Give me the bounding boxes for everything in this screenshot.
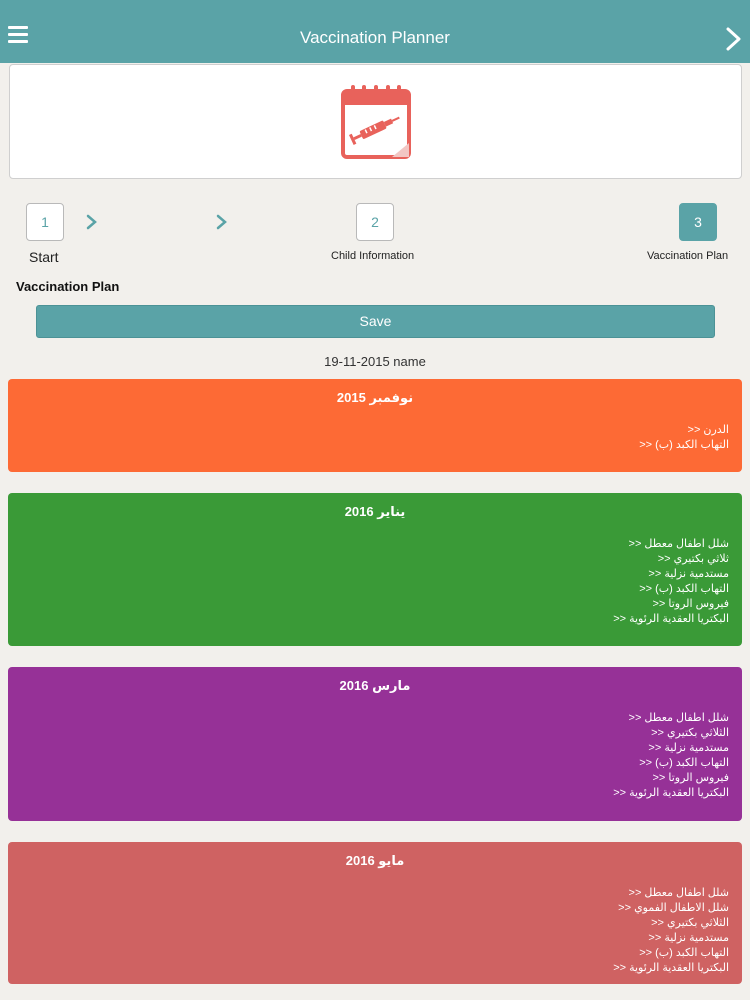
vaccine-list: شلل اطفال معطل << ثلاثي بكتيري << مستدمي… xyxy=(613,537,729,627)
month-title: مارس 2016 xyxy=(339,678,411,693)
vaccine-item: الثلاثي بكتيري << xyxy=(651,727,729,739)
month-card-1: نوفمبر 2015 الدرن << التهاب الكبد (ب) << xyxy=(8,379,742,472)
month-card-2: يناير 2016 شلل اطفال معطل << ثلاثي بكتير… xyxy=(8,493,742,646)
vaccine-item: التهاب الكبد (ب) << xyxy=(639,757,729,769)
vaccine-item: شلل اطفال معطل << xyxy=(628,712,729,724)
calendar-syringe-icon xyxy=(341,85,411,159)
step-arrow-icon xyxy=(86,214,97,230)
month-card-4: مايو 2016 شلل اطفال معطل << شلل الاطفال … xyxy=(8,842,742,984)
step-2-button[interactable]: 2 xyxy=(356,203,394,241)
month-title: نوفمبر 2015 xyxy=(336,390,414,405)
vaccine-item: مستدمية نزلية << xyxy=(648,742,729,754)
vaccine-list: شلل اطفال معطل << الثلاثي بكتيري << مستد… xyxy=(613,711,729,801)
vaccine-item: البكتريا العقدية الرئوية << xyxy=(613,962,729,974)
vaccine-item: شلل اطفال معطل << xyxy=(628,887,729,899)
vaccine-item: التهاب الكبد (ب) << xyxy=(639,439,729,451)
vaccine-item: شلل اطفال معطل << xyxy=(628,538,729,550)
vaccine-list: شلل اطفال معطل << شلل الاطفال الفموي << … xyxy=(613,886,729,976)
app-title: Vaccination Planner xyxy=(300,28,450,47)
month-title: مايو 2016 xyxy=(345,853,405,868)
vaccine-item: مستدمية نزلية << xyxy=(648,932,729,944)
step-3-label: Vaccination Plan xyxy=(647,250,729,262)
month-card-3: مارس 2016 شلل اطفال معطل << الثلاثي بكتي… xyxy=(8,667,742,821)
vaccine-item: فيروس الروتا << xyxy=(652,772,729,784)
vaccine-item: الثلاثي بكتيري << xyxy=(651,917,729,929)
section-title: Vaccination Plan xyxy=(16,279,120,294)
header-card xyxy=(9,64,742,179)
month-title: يناير 2016 xyxy=(344,504,406,519)
vaccine-item: البكتريا العقدية الرئوية << xyxy=(613,613,729,625)
vaccine-list: الدرن << التهاب الكبد (ب) << xyxy=(639,423,729,453)
chevron-right-icon[interactable] xyxy=(724,26,744,52)
step-1-label: Start xyxy=(29,249,59,265)
step-2-label: Child Information xyxy=(331,250,415,262)
top-bar: Vaccination Planner xyxy=(0,0,750,63)
vaccine-item: البكتريا العقدية الرئوية << xyxy=(613,787,729,799)
vaccine-item: التهاب الكبد (ب) << xyxy=(639,583,729,595)
save-button[interactable]: Save xyxy=(36,305,715,338)
plan-subtitle: 19-11-2015 name xyxy=(324,354,426,369)
step-3-button[interactable]: 3 xyxy=(679,203,717,241)
vaccine-item: فيروس الروتا << xyxy=(652,598,729,610)
vaccine-item: شلل الاطفال الفموي << xyxy=(618,902,729,914)
vaccine-item: مستدمية نزلية << xyxy=(648,568,729,580)
step-1-button[interactable]: 1 xyxy=(26,203,64,241)
vaccine-item: ثلاثي بكتيري << xyxy=(657,553,729,565)
vaccine-item: التهاب الكبد (ب) << xyxy=(639,947,729,959)
vaccine-item: الدرن << xyxy=(687,424,729,436)
step-arrow-icon xyxy=(216,214,227,230)
